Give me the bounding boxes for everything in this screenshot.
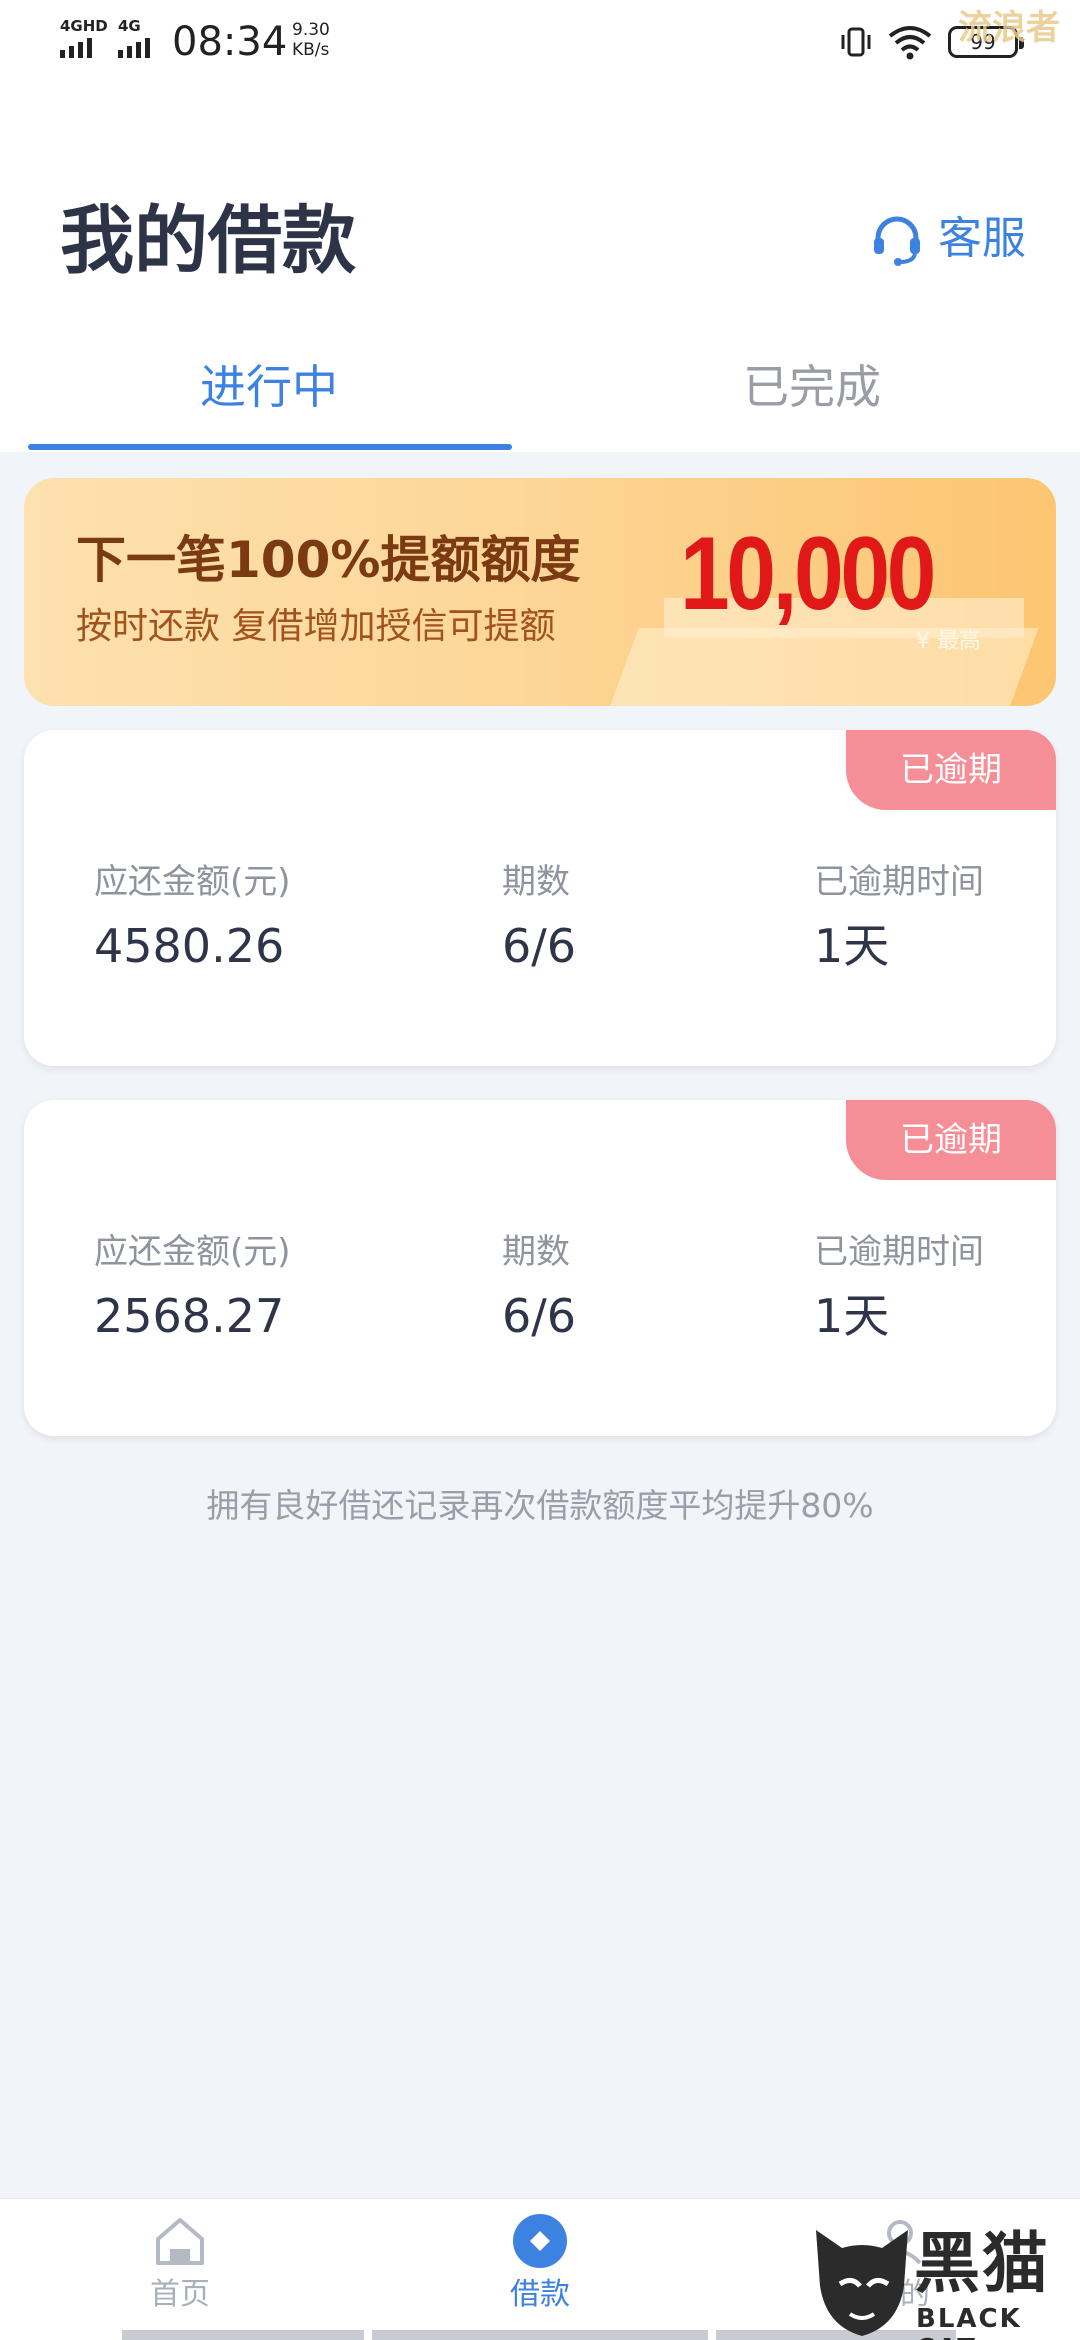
blackcat-watermark: 黑猫 BLACK CAT xyxy=(812,2226,1080,2340)
amount-due-label: 应还金额(元) xyxy=(94,1232,291,1272)
amount-due-value: 4580.26 xyxy=(94,919,285,973)
active-tab-indicator xyxy=(28,444,512,450)
vibrate-icon xyxy=(841,27,871,57)
overdue-time-value: 1天 xyxy=(814,919,890,973)
periods-value: 6/6 xyxy=(502,1289,577,1343)
wifi-icon xyxy=(888,26,932,60)
status-time: 08:34 xyxy=(172,19,288,65)
overdue-badge: 已逾期 xyxy=(846,730,1056,810)
periods-label: 期数 xyxy=(502,862,570,902)
nav-item-home[interactable]: 首页 xyxy=(80,2211,280,2315)
nav-label-home: 首页 xyxy=(150,2277,210,2312)
overdue-time-value: 1天 xyxy=(814,1289,890,1343)
network-speed-value: 9.30 xyxy=(292,20,330,40)
amount-due-column: 应还金额(元) 2568.27 xyxy=(94,1230,291,1346)
amount-due-value: 2568.27 xyxy=(94,1289,285,1343)
overdue-time-label: 已逾期时间 xyxy=(814,862,984,902)
banner-headline: 下一笔100%提额额度 xyxy=(76,531,581,589)
nav-label-loan: 借款 xyxy=(510,2277,570,2312)
amount-due-label: 应还金额(元) xyxy=(94,862,291,902)
amount-due-column: 应还金额(元) 4580.26 xyxy=(94,860,291,976)
loan-card[interactable]: 已逾期 应还金额(元) 2568.27 期数 6/6 已逾期时间 1天 xyxy=(24,1100,1056,1436)
watermark-top: 流浪者 xyxy=(958,8,1060,48)
headset-icon xyxy=(874,216,920,266)
tab-completed[interactable]: 已完成 xyxy=(743,350,881,424)
periods-label: 期数 xyxy=(502,1232,570,1272)
banner-amount-note: ¥ 最高 xyxy=(916,629,981,654)
banner-subline: 按时还款 复借增加授信可提额 xyxy=(76,606,556,647)
cat-logo-icon xyxy=(816,2230,908,2336)
credit-limit-banner[interactable]: 下一笔100%提额额度 按时还款 复借增加授信可提额 10,000 ¥ 最高 xyxy=(24,478,1056,706)
customer-service-button[interactable]: 客服 xyxy=(868,210,1026,268)
signal-indicator-2: 4G xyxy=(118,18,150,58)
network-speed-unit: KB/s xyxy=(292,40,330,60)
signal-label-2: 4G xyxy=(118,17,141,35)
signal-indicator-1: 4GHD xyxy=(60,18,108,58)
overdue-badge: 已逾期 xyxy=(846,1100,1056,1180)
signal-bars-icon xyxy=(60,36,108,58)
tab-in-progress[interactable]: 进行中 xyxy=(200,350,338,424)
overdue-time-column: 已逾期时间 1天 xyxy=(814,1230,984,1346)
gesture-bar xyxy=(372,2330,708,2340)
customer-service-label: 客服 xyxy=(938,213,1026,264)
periods-column: 期数 6/6 xyxy=(502,860,576,976)
overdue-time-label: 已逾期时间 xyxy=(814,1232,984,1272)
periods-value: 6/6 xyxy=(502,919,577,973)
status-bar: 4GHD 4G 08:34 9.30 KB/s 99 流浪者 xyxy=(0,0,1080,84)
page-title: 我的借款 xyxy=(60,198,356,284)
watermark-zh: 黑猫 xyxy=(914,2225,1050,2302)
signal-label-1: 4GHD xyxy=(60,17,108,35)
banner-amount: 10,000 xyxy=(680,516,936,632)
periods-column: 期数 6/6 xyxy=(502,1230,576,1346)
gesture-bar xyxy=(122,2330,364,2340)
watermark-en: BLACK CAT xyxy=(916,2304,1022,2340)
network-speed: 9.30 KB/s xyxy=(292,20,330,60)
overdue-time-column: 已逾期时间 1天 xyxy=(814,860,984,976)
loan-card[interactable]: 已逾期 应还金额(元) 4580.26 期数 6/6 已逾期时间 1天 xyxy=(24,730,1056,1066)
loan-icon xyxy=(513,2214,567,2268)
signal-bars-icon xyxy=(118,36,150,58)
nav-item-loan[interactable]: 借款 xyxy=(440,2211,640,2315)
credit-tip-text: 拥有良好借还记录再次借款额度平均提升80% xyxy=(206,1486,874,1525)
home-icon xyxy=(156,2218,204,2265)
